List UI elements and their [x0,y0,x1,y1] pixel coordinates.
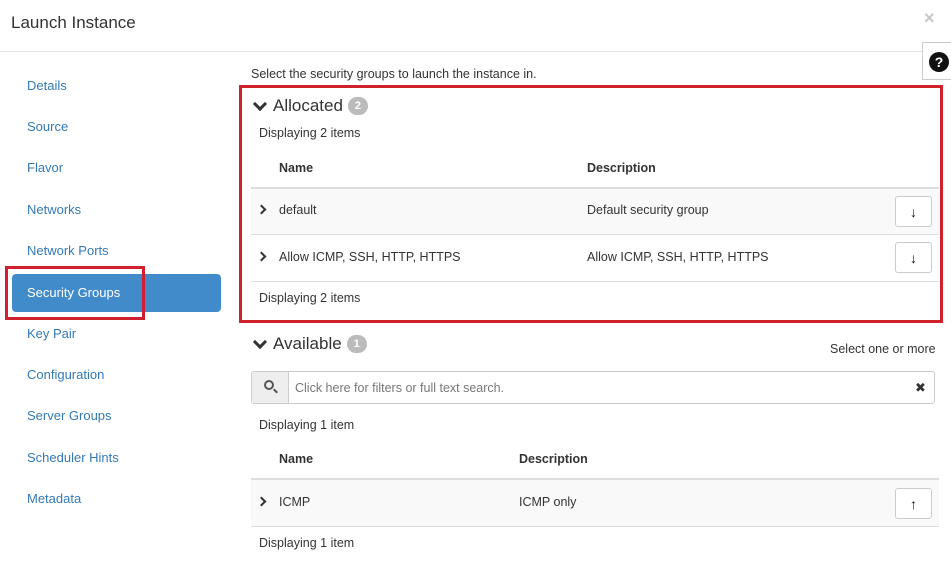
available-count-badge: 1 [346,335,367,353]
available-heading: Available [273,334,342,353]
modal-header: Launch Instance × [0,0,951,52]
help-icon: ? [929,52,949,72]
search-input[interactable] [290,372,900,403]
available-toggle[interactable]: Available 1 [251,334,367,354]
sidebar-item-configuration[interactable]: Configuration [12,356,221,394]
sidebar-item-networks[interactable]: Networks [12,191,221,229]
help-button[interactable]: ? [922,42,951,80]
table-row [251,480,939,526]
close-icon[interactable]: × [924,8,935,29]
allocate-button[interactable]: ↑ [895,488,932,519]
sidebar-item-scheduler-hints[interactable]: Scheduler Hints [12,439,221,477]
sidebar-item-details[interactable]: Details [12,67,221,105]
search-bar: ✖ [251,371,935,404]
select-hint: Select one or more [830,342,936,356]
allocated-highlight-box [239,85,943,323]
security-groups-highlight-box [5,266,145,320]
sidebar-item-source[interactable]: Source [12,108,221,146]
arrow-up-icon: ↑ [910,495,917,512]
available-row-1-name: ICMP [279,495,311,509]
sidebar-item-key-pair[interactable]: Key Pair [12,315,221,353]
available-row-1-description: ICMP only [519,495,577,509]
clear-icon[interactable]: ✖ [915,380,926,396]
sidebar-item-metadata[interactable]: Metadata [12,480,221,518]
sidebar-item-flavor[interactable]: Flavor [12,149,221,187]
modal-title: Launch Instance [11,13,136,32]
row-divider [251,526,939,527]
available-displaying-bottom: Displaying 1 item [259,536,355,550]
search-icon [252,372,289,403]
sidebar-item-network-ports[interactable]: Network Ports [12,232,221,270]
sidebar-item-server-groups[interactable]: Server Groups [12,397,221,435]
available-col-name: Name [279,452,314,466]
chevron-down-icon [252,334,268,349]
available-displaying-top: Displaying 1 item [259,418,355,432]
intro-text: Select the security groups to launch the… [251,67,537,81]
available-col-description: Description [519,452,588,466]
